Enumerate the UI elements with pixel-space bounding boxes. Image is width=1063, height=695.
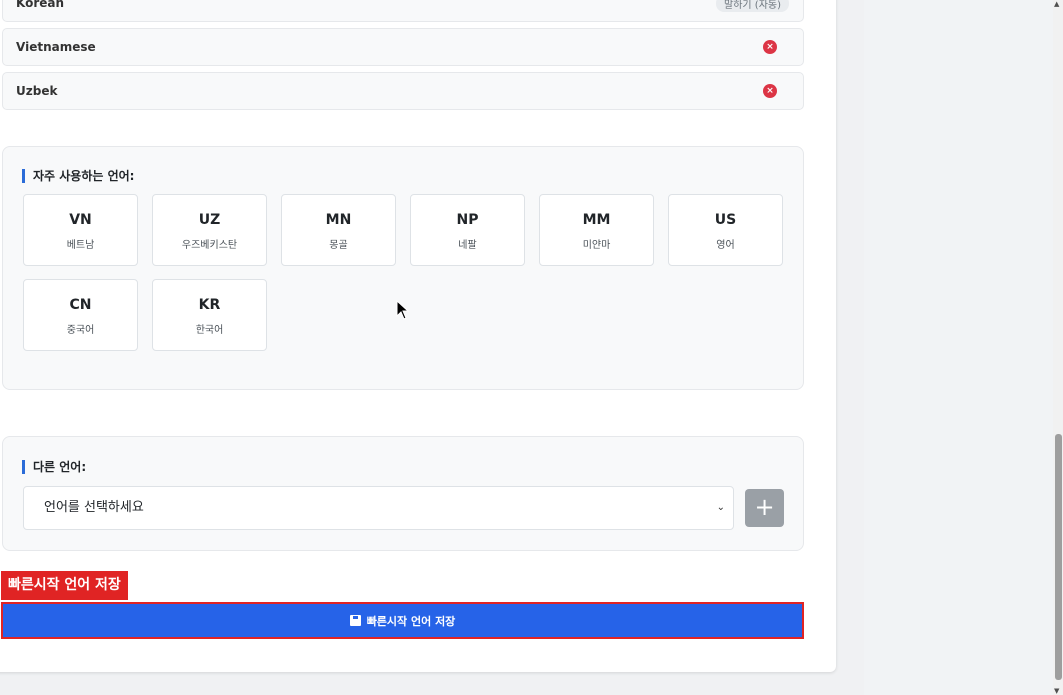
lang-code: NP — [456, 212, 479, 228]
lang-label: 영어 — [716, 240, 735, 251]
scrollbar-thumb[interactable] — [1055, 434, 1062, 680]
lang-label: 한국어 — [195, 325, 224, 336]
scroll-up-icon[interactable]: ▲ — [1054, 0, 1059, 8]
language-name: Korean — [16, 0, 65, 10]
remove-icon[interactable]: × — [763, 84, 777, 98]
lang-label: 미얀마 — [582, 240, 611, 251]
add-language-button[interactable]: + — [745, 489, 784, 527]
annotation-tag: 빠른시작 언어 저장 — [1, 571, 128, 600]
language-name: Vietnamese — [16, 40, 96, 54]
frequent-languages-section: 자주 사용하는 언어: VN 베트남 UZ 우즈베키스탄 MN 몽골 NP 네팔… — [2, 146, 804, 390]
auto-speak-badge: 말하기 (자동) — [716, 0, 789, 12]
lang-code: MN — [325, 212, 352, 228]
lang-code: VN — [69, 212, 92, 228]
lang-button-kr[interactable]: KR 한국어 — [152, 279, 267, 351]
lang-code: CN — [69, 297, 92, 313]
lang-button-cn[interactable]: CN 중국어 — [23, 279, 138, 351]
lang-button-vn[interactable]: VN 베트남 — [23, 194, 138, 266]
lang-button-np[interactable]: NP 네팔 — [410, 194, 525, 266]
lang-button-mm[interactable]: MM 미얀마 — [539, 194, 654, 266]
lang-code: MM — [582, 212, 611, 228]
language-row-uzbek: Uzbek × — [2, 72, 804, 110]
language-select[interactable]: 언어를 선택하세요 ⌄ — [23, 486, 734, 530]
language-row-korean: Korean 말하기 (자동) — [2, 0, 804, 22]
lang-label: 몽골 — [329, 240, 348, 251]
lang-button-us[interactable]: US 영어 — [668, 194, 783, 266]
select-value: 언어를 선택하세요 — [44, 500, 144, 515]
mouse-cursor-icon — [396, 300, 410, 320]
right-panel — [864, 0, 1053, 695]
lang-button-uz[interactable]: UZ 우즈베키스탄 — [152, 194, 267, 266]
lang-code: UZ — [198, 212, 221, 228]
lang-label: 우즈베키스탄 — [181, 240, 238, 251]
lang-code: US — [714, 212, 737, 228]
scroll-down-icon[interactable]: ▼ — [1054, 687, 1059, 695]
section-title: 자주 사용하는 언어: — [22, 169, 134, 183]
lang-label: 네팔 — [458, 240, 477, 251]
section-title: 다른 언어: — [22, 460, 86, 474]
lang-code: KR — [198, 297, 221, 313]
lang-label: 베트남 — [66, 240, 95, 251]
scrollbar[interactable]: ▲ ▼ — [1053, 0, 1063, 695]
lang-label: 중국어 — [66, 325, 95, 336]
other-language-section: 다른 언어: 언어를 선택하세요 ⌄ + — [2, 436, 804, 551]
remove-icon[interactable]: × — [763, 40, 777, 54]
language-row-vietnamese: Vietnamese × — [2, 28, 804, 66]
save-quickstart-button[interactable]: 빠른시작 언어 저장 — [1, 602, 804, 639]
lang-button-mn[interactable]: MN 몽골 — [281, 194, 396, 266]
language-name: Uzbek — [16, 84, 58, 98]
save-button-label: 빠른시작 언어 저장 — [366, 614, 456, 628]
save-icon — [349, 615, 361, 626]
chevron-down-icon: ⌄ — [716, 502, 725, 513]
